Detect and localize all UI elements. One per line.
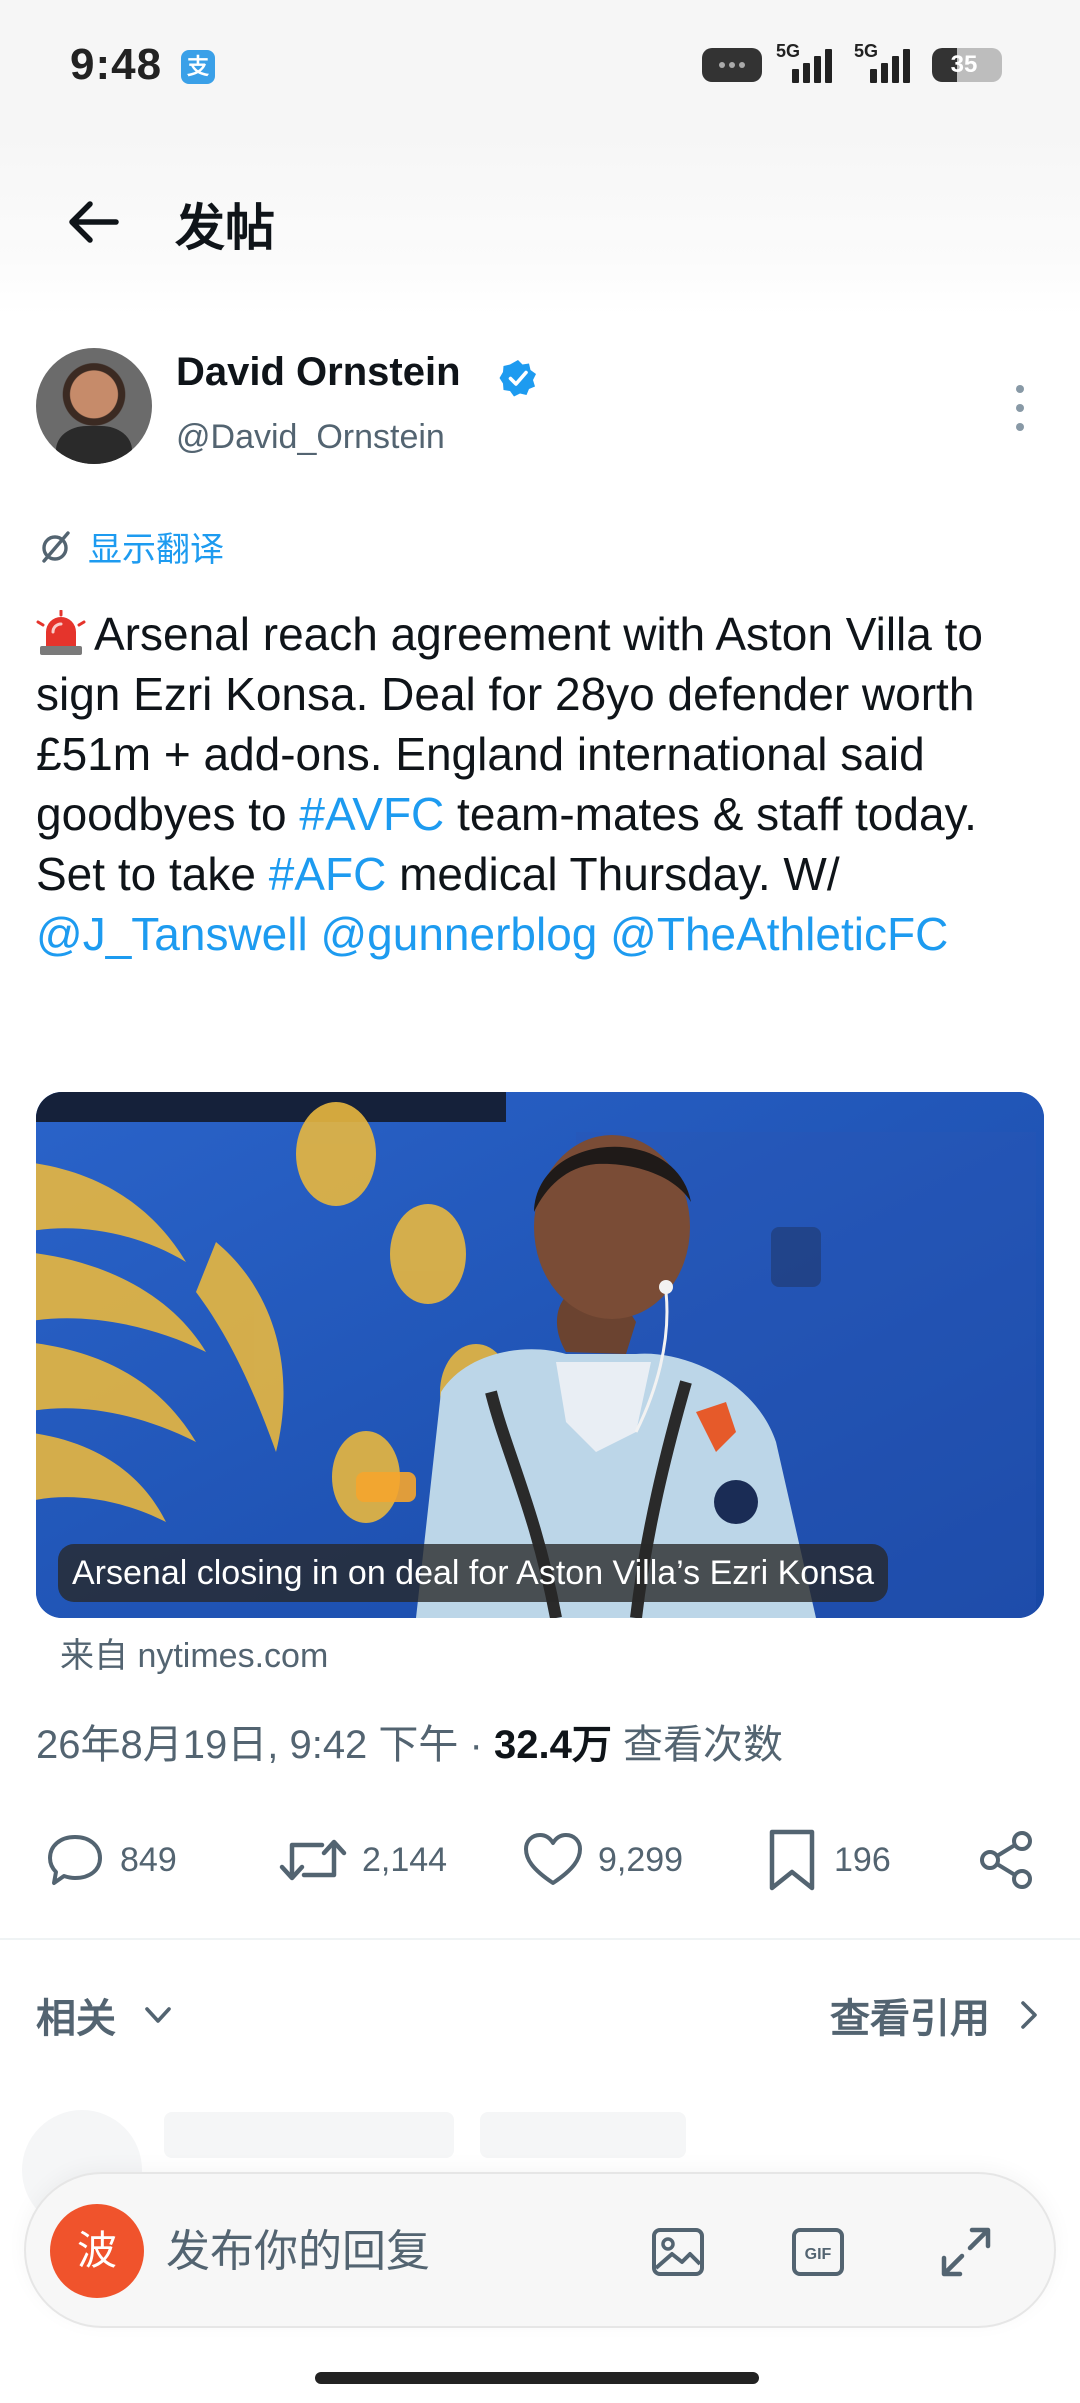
translate-icon — [42, 530, 70, 563]
user-avatar[interactable]: 波 — [50, 2204, 144, 2298]
show-translation-label: 显示翻译 — [88, 531, 224, 569]
status-indicators: 5G 5G 35 — [702, 40, 1002, 90]
view-count-label: 查看次数 — [622, 1723, 783, 1767]
rotating-light-emoji-icon — [36, 610, 86, 655]
image-icon — [652, 2228, 704, 2276]
repost-count: 2,144 — [362, 1840, 448, 1879]
section-divider — [0, 1938, 1080, 1940]
expand-icon — [941, 2227, 991, 2277]
more-options-button[interactable] — [1005, 385, 1035, 431]
signal-icon: 5G — [854, 41, 918, 87]
chevron-down-icon — [145, 2007, 171, 2023]
tweet-text: Arsenal reach agreement with Aston Villa… — [36, 604, 1046, 964]
gif-label: GIF — [805, 2246, 832, 2263]
battery-level: 35 — [950, 51, 978, 78]
tweet-timestamp[interactable]: 26年8月19日, 9:42 下午 — [36, 1723, 458, 1767]
status-bar: 9:48 支 5G 5G 35 — [0, 0, 1080, 130]
hashtag-link[interactable]: #AVFC — [299, 788, 444, 840]
page-title: 发帖 — [175, 200, 275, 256]
reply-count: 849 — [120, 1840, 177, 1879]
reply-composer: 波 GIF — [24, 2172, 1056, 2328]
expand-composer-button[interactable] — [936, 2222, 996, 2282]
card-caption: Arsenal closing in on deal for Aston Vil… — [58, 1544, 888, 1602]
chevron-right-icon — [1021, 2001, 1037, 2029]
status-time: 9:48 — [70, 40, 163, 89]
comment-icon — [48, 1835, 102, 1885]
mention-link[interactable]: @gunnerblog — [320, 908, 597, 960]
loading-text-placeholder — [164, 2112, 454, 2158]
signal-icon: 5G — [776, 41, 840, 87]
add-gif-button[interactable]: GIF — [788, 2222, 848, 2282]
alipay-notification-icon: 支 — [181, 50, 215, 84]
data-activity-icon — [702, 48, 762, 82]
author-avatar[interactable] — [36, 348, 152, 464]
mention-link[interactable]: @TheAthleticFC — [610, 908, 948, 960]
battery-icon: 35 — [932, 48, 1002, 82]
card-source[interactable]: 来自 nytimes.com — [60, 1628, 328, 1677]
author-name[interactable]: David Ornstein — [176, 350, 461, 395]
related-dropdown[interactable]: 相关 — [36, 1986, 176, 2044]
mention-link[interactable]: @J_Tanswell — [36, 908, 308, 960]
hashtag-link[interactable]: #AFC — [269, 848, 387, 900]
gif-icon: GIF — [792, 2228, 844, 2276]
back-button[interactable] — [62, 190, 126, 254]
add-image-button[interactable] — [648, 2222, 708, 2282]
verified-badge-icon — [499, 360, 536, 397]
like-count: 9,299 — [598, 1840, 684, 1879]
repost-button[interactable]: 2,144 — [278, 1820, 447, 1900]
tweet-actions: 849 2,144 9,299 196 — [0, 1820, 1080, 1900]
reply-button[interactable]: 849 — [44, 1820, 177, 1900]
heart-icon — [524, 1833, 582, 1885]
share-icon — [980, 1831, 1032, 1889]
home-indicator[interactable] — [315, 2372, 759, 2384]
bookmark-icon — [769, 1829, 815, 1891]
related-label: 相关 — [36, 1997, 116, 2041]
tweet-text-part: medical Thursday. W/ — [386, 848, 840, 900]
view-quotes-label: 查看引用 — [830, 1997, 990, 2041]
repost-icon — [279, 1839, 347, 1881]
share-button[interactable] — [976, 1820, 1038, 1900]
arrow-left-icon — [69, 201, 119, 243]
bookmark-button[interactable]: 196 — [764, 1820, 891, 1900]
meta-separator: · — [469, 1723, 483, 1767]
avatar-shoulders — [56, 426, 132, 464]
top-bar: 发帖 — [0, 130, 1080, 315]
bookmark-count: 196 — [834, 1840, 891, 1879]
like-button[interactable]: 9,299 — [522, 1820, 683, 1900]
show-translation-link[interactable]: 显示翻译 — [38, 522, 224, 571]
article-photo — [36, 1092, 1044, 1618]
link-preview-card[interactable]: Arsenal closing in on deal for Aston Vil… — [36, 1092, 1044, 1618]
author-handle[interactable]: @David_Ornstein — [176, 418, 445, 457]
tweet-meta: 26年8月19日, 9:42 下午 · 32.4万 查看次数 — [36, 1712, 783, 1770]
reply-input[interactable] — [166, 2220, 646, 2284]
view-quotes-link[interactable]: 查看引用 — [830, 1986, 1044, 2044]
view-count: 32.4万 — [494, 1723, 612, 1767]
loading-text-placeholder — [480, 2112, 686, 2158]
